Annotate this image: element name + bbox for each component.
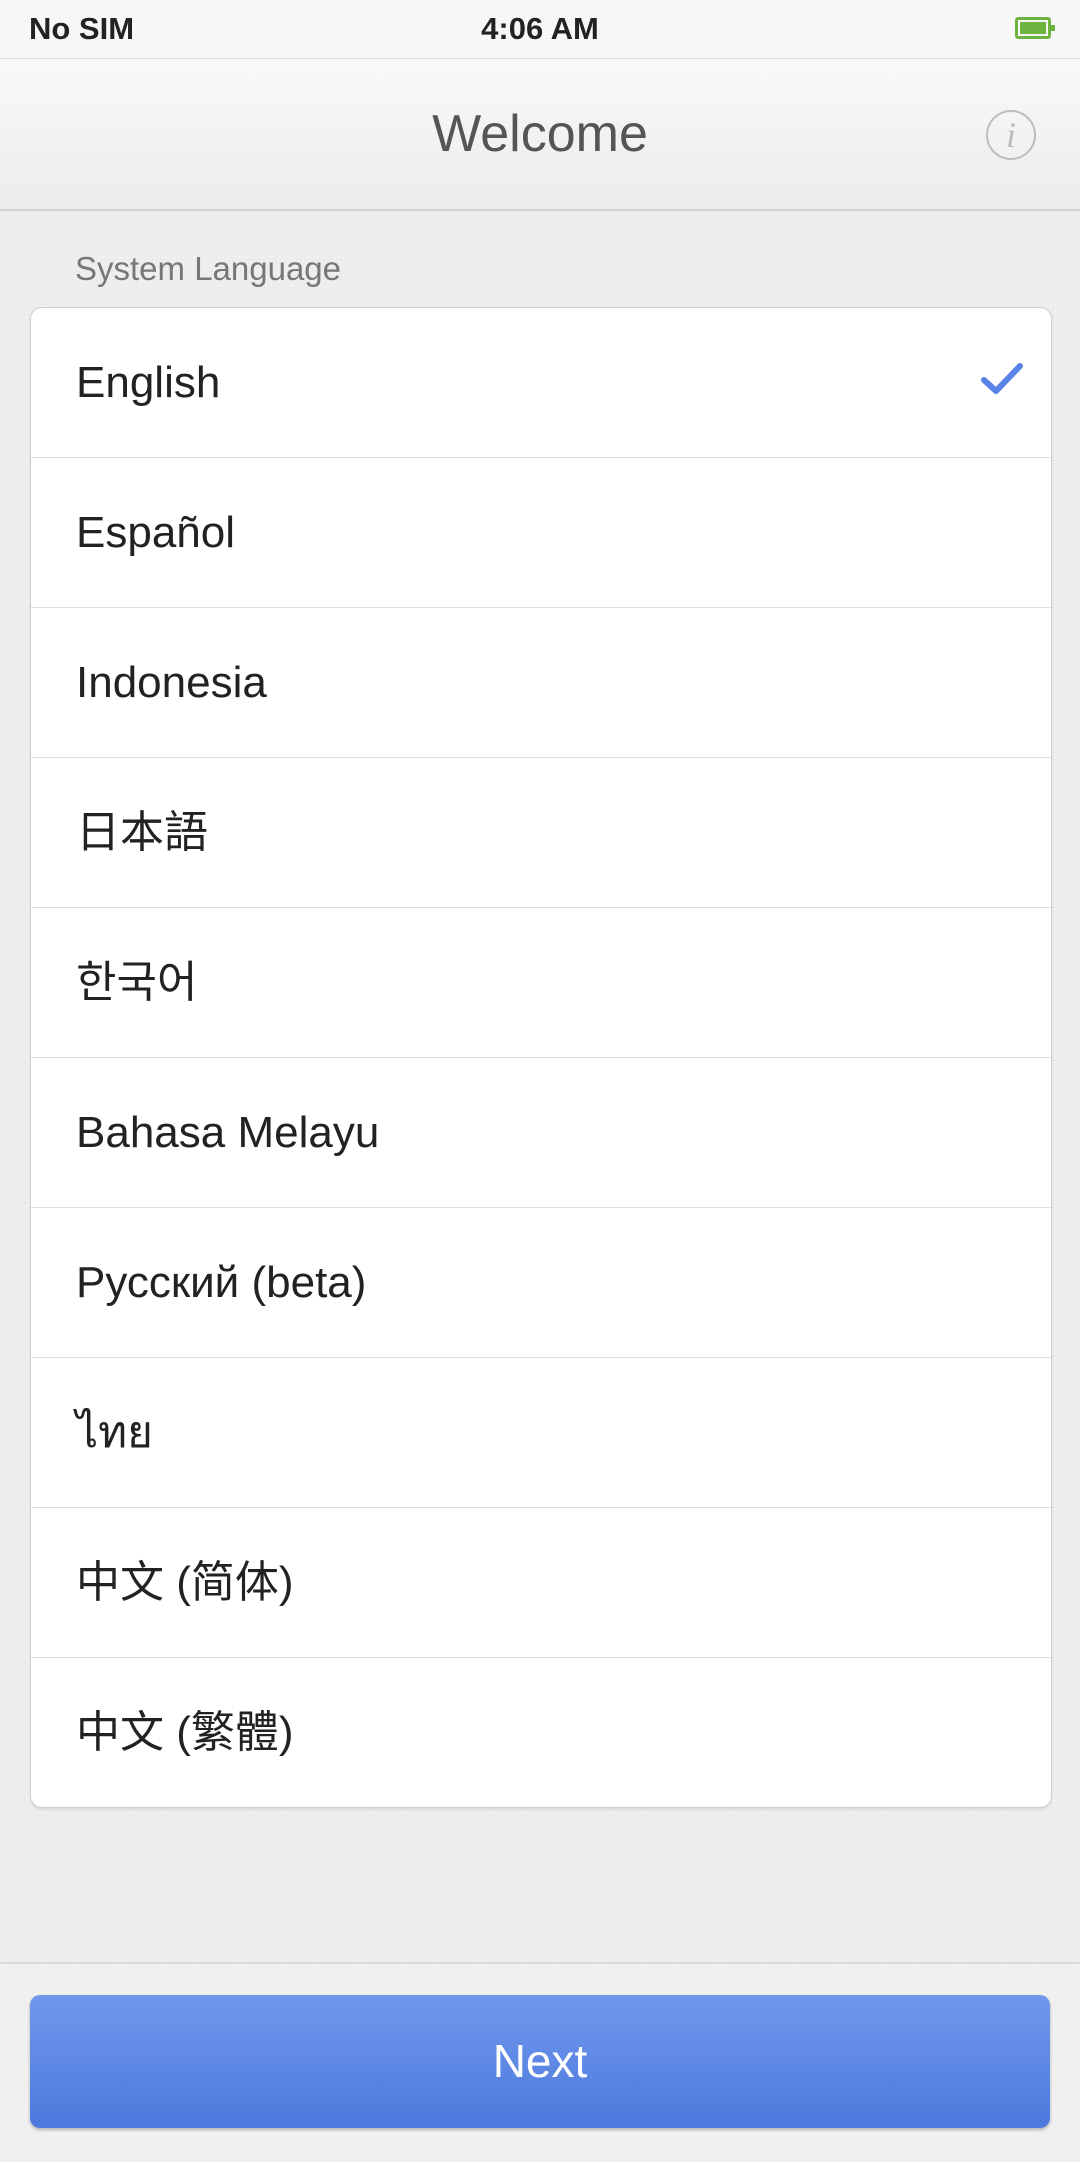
language-option-espanol[interactable]: Español: [31, 458, 1051, 608]
language-label: Русский (beta): [76, 1258, 367, 1307]
language-label: 中文 (简体): [76, 1558, 294, 1607]
status-bar: No SIM 4:06 AM: [0, 0, 1080, 59]
language-label: Bahasa Melayu: [76, 1108, 380, 1157]
language-option-russian[interactable]: Русский (beta): [31, 1208, 1051, 1358]
language-list: English Español Indonesia 日本語 한국어 Bahasa…: [30, 307, 1052, 1808]
checkmark-icon: [981, 363, 1023, 394]
language-label: 한국어: [76, 958, 198, 1007]
language-option-thai[interactable]: ไทย: [31, 1358, 1051, 1508]
language-option-chinese-simplified[interactable]: 中文 (简体): [31, 1508, 1051, 1658]
battery-icon: [1015, 17, 1055, 39]
navigation-bar: Welcome i: [0, 59, 1080, 211]
next-button[interactable]: Next: [30, 1995, 1050, 2128]
language-label: 中文 (繁體): [76, 1708, 294, 1757]
language-label: Español: [76, 508, 236, 557]
language-option-indonesia[interactable]: Indonesia: [31, 608, 1051, 758]
language-option-korean[interactable]: 한국어: [31, 908, 1051, 1058]
language-option-japanese[interactable]: 日本語: [31, 758, 1051, 908]
language-label: 日本語: [76, 808, 208, 857]
language-label: ไทย: [76, 1408, 153, 1457]
language-option-english[interactable]: English: [31, 308, 1051, 458]
language-option-chinese-traditional[interactable]: 中文 (繁體): [31, 1658, 1051, 1807]
info-icon[interactable]: i: [986, 110, 1036, 160]
language-option-malay[interactable]: Bahasa Melayu: [31, 1058, 1051, 1208]
status-time: 4:06 AM: [481, 11, 599, 46]
section-header: System Language: [75, 250, 342, 287]
page-title: Welcome: [432, 105, 648, 163]
language-label: Indonesia: [76, 658, 267, 707]
language-label: English: [76, 358, 221, 407]
